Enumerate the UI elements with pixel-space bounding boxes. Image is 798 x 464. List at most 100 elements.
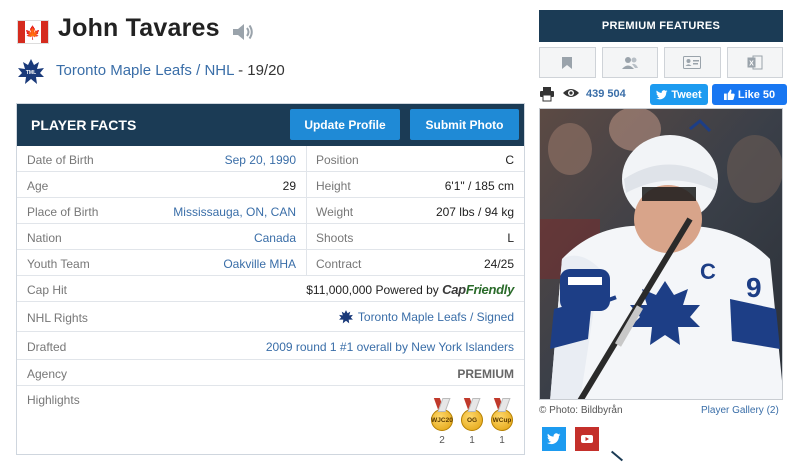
share-row: 439 504 Tweet Like 50 — [539, 84, 787, 106]
print-icon[interactable] — [539, 86, 555, 102]
cap-hit-row: Cap Hit $11,000,000 Powered by CapFriend… — [17, 276, 524, 302]
fact-value: 29 — [282, 179, 296, 193]
cap-hit-value: $11,000,000 Powered by CapFriendly — [306, 282, 514, 297]
birth-date-link[interactable]: Sep 20, 1990 — [225, 153, 296, 167]
fact-row: Nation Canada Shoots L — [17, 224, 524, 250]
fact-label: Weight — [316, 205, 354, 219]
fact-label: Cap Hit — [27, 283, 68, 297]
player-photo-image: 91 9 C — [540, 109, 782, 399]
fact-label: Nation — [27, 231, 62, 245]
users-icon — [621, 56, 638, 69]
youth-team-link[interactable]: Oakville MHA — [223, 257, 296, 271]
capfriendly-friendly: Friendly — [465, 282, 514, 297]
eye-icon — [563, 89, 579, 97]
fact-label: Agency — [27, 367, 68, 381]
premium-feature-buttons: X — [539, 47, 783, 78]
fact-label: Date of Birth — [27, 153, 94, 167]
svg-text:TML: TML — [26, 70, 36, 76]
fact-value: 24/25 — [483, 257, 514, 271]
svg-text:C: C — [700, 259, 716, 284]
nhl-rights-value: Toronto Maple Leafs / Signed — [338, 309, 514, 325]
season: 19/20 — [247, 62, 285, 79]
youtube-button[interactable] — [575, 427, 599, 451]
twitter-icon — [547, 433, 561, 445]
decorative-line — [610, 450, 624, 462]
fact-label: Youth Team — [27, 257, 90, 271]
player-card-button[interactable] — [664, 47, 721, 78]
maple-leafs-small-icon — [338, 310, 353, 324]
bookmark-button[interactable] — [539, 47, 596, 78]
nhl-rights-row: NHL Rights Toronto Maple Leafs / Signed — [17, 302, 524, 332]
medal-count: 2 — [439, 435, 445, 446]
medal-count: 1 — [499, 435, 505, 446]
facebook-like-icon — [723, 89, 735, 100]
nation-link[interactable]: Canada — [254, 231, 296, 245]
view-count: 439 504 — [586, 88, 626, 100]
medal-wcup[interactable]: WCup 1 — [490, 398, 514, 446]
medal-icon: WJC20 — [431, 409, 453, 431]
team-line: Toronto Maple Leafs / NHL - 19/20 — [56, 62, 285, 79]
id-card-icon — [683, 56, 702, 69]
fact-label: Height — [316, 179, 351, 193]
fact-label: Place of Birth — [27, 205, 99, 219]
medal-icon: OG — [461, 409, 483, 431]
tweet-button[interactable]: Tweet — [650, 84, 708, 105]
fact-row: Youth Team Oakville MHA Contract 24/25 — [17, 250, 524, 276]
export-excel-button[interactable]: X — [726, 47, 783, 78]
medal-wjc20[interactable]: WJC20 2 — [430, 398, 454, 446]
medal-list: WJC20 2 OG 1 WCup 1 — [430, 398, 514, 446]
medal-icon: WCup — [491, 409, 513, 431]
player-facts-title: PLAYER FACTS — [31, 117, 137, 133]
medal-og[interactable]: OG 1 — [460, 398, 484, 446]
fact-label: Shoots — [316, 231, 354, 245]
fact-label: NHL Rights — [27, 311, 88, 325]
fact-value: C — [505, 153, 514, 167]
speaker-icon[interactable] — [231, 21, 255, 43]
maple-leafs-logo-icon: TML — [16, 58, 46, 86]
svg-text:9: 9 — [746, 272, 762, 303]
follow-button[interactable] — [601, 47, 658, 78]
fact-label: Drafted — [27, 340, 67, 354]
league-link[interactable]: NHL — [204, 62, 233, 79]
nhl-rights-link[interactable]: Toronto Maple Leafs / Signed — [358, 310, 514, 324]
fact-row: Date of Birth Sep 20, 1990 Position C — [17, 146, 524, 172]
tweet-label: Tweet — [671, 88, 702, 101]
twitter-profile-button[interactable] — [542, 427, 566, 451]
highlights-row: Highlights WJC20 2 OG 1 WCup 1 — [17, 386, 524, 454]
excel-icon: X — [747, 55, 763, 70]
fact-label: Age — [27, 179, 49, 193]
twitter-icon — [656, 89, 668, 99]
fact-label: Highlights — [27, 393, 80, 407]
like-label: Like 50 — [737, 88, 776, 101]
medal-count: 1 — [469, 435, 475, 446]
player-photo[interactable]: 91 9 C — [539, 108, 783, 400]
submit-photo-button[interactable]: Submit Photo — [410, 109, 519, 140]
facebook-like-button[interactable]: Like 50 — [712, 84, 787, 105]
player-gallery-link[interactable]: Player Gallery (2) — [701, 405, 779, 416]
team-link[interactable]: Toronto Maple Leafs — [56, 62, 192, 79]
cap-hit-amount: $11,000,000 — [306, 283, 373, 297]
player-name: John Tavares — [58, 14, 220, 42]
update-profile-button[interactable]: Update Profile — [290, 109, 400, 140]
youtube-icon — [581, 435, 593, 443]
player-facts-panel: PLAYER FACTS Update Profile Submit Photo… — [16, 103, 525, 455]
fact-value: 207 lbs / 94 kg — [435, 205, 514, 219]
premium-features-header: PREMIUM FEATURES — [539, 10, 783, 42]
canada-flag-icon: 🍁 — [17, 20, 49, 44]
fact-label: Position — [316, 153, 359, 167]
powered-by-text: Powered by — [375, 283, 439, 297]
capfriendly-cap: Cap — [442, 282, 466, 297]
fact-row: Place of Birth Mississauga, ON, CAN Weigh… — [17, 198, 524, 224]
photo-credit: © Photo: Bildbyrån — [539, 405, 623, 416]
player-facts-header: PLAYER FACTS Update Profile Submit Photo — [17, 104, 524, 146]
svg-text:X: X — [749, 61, 754, 68]
birthplace-link[interactable]: Mississauga, ON, CAN — [173, 205, 296, 219]
fact-label: Contract — [316, 257, 362, 271]
fact-row: Age 29 Height 6'1" / 185 cm — [17, 172, 524, 198]
agency-premium[interactable]: PREMIUM — [457, 367, 514, 381]
drafted-link[interactable]: 2009 round 1 #1 overall by New York Isla… — [266, 340, 514, 354]
bookmark-icon — [562, 56, 573, 69]
capfriendly-logo[interactable]: CapFriendly — [442, 282, 514, 297]
agency-row: Agency PREMIUM — [17, 360, 524, 386]
drafted-row: Drafted 2009 round 1 #1 overall by New Y… — [17, 332, 524, 360]
